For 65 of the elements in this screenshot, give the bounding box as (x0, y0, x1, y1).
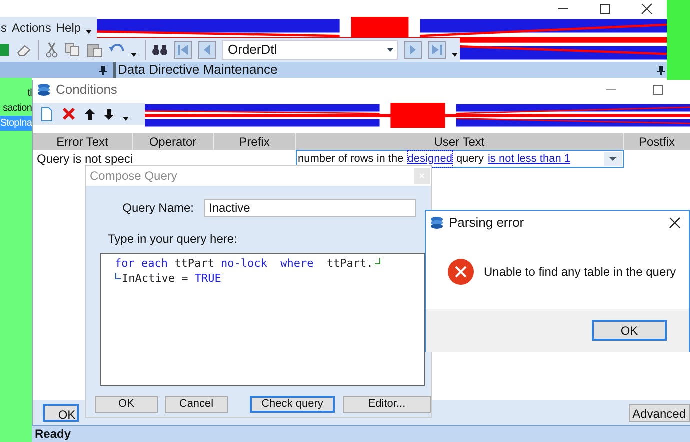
code-keyword: where (280, 256, 315, 271)
caret-icon (387, 48, 394, 52)
caret-icon (604, 152, 622, 166)
app-icon (37, 83, 51, 97)
table-cell-text: Query is not speci (36, 151, 133, 168)
code-keyword: for each (115, 256, 168, 271)
code-text: ttPart. (326, 256, 374, 271)
status-text: Ready (35, 426, 72, 442)
column-header[interactable]: User Text (296, 133, 624, 150)
code-keyword: no-lock (220, 256, 268, 271)
dropdown-icon[interactable] (452, 53, 458, 57)
copy-icon[interactable] (65, 43, 81, 57)
binoculars-icon[interactable] (152, 44, 168, 56)
down-arrow-icon[interactable] (104, 108, 114, 120)
line-wrap-icon (375, 258, 382, 266)
panel-title: Data Directive Maintenance (118, 61, 278, 80)
menu-item[interactable]: s (1, 18, 7, 36)
query-editor[interactable]: for each ttPart no-lock where ttPart. InActive = TRUE (100, 253, 425, 386)
record-dropdown[interactable]: OrderDtl (222, 40, 398, 60)
tree-item[interactable]: tl (28, 86, 32, 101)
dialog-title: Compose Query (90, 168, 178, 185)
dropdown-icon[interactable] (86, 30, 92, 34)
column-header[interactable]: Prefix (214, 133, 296, 150)
code-text: ttPart (174, 256, 216, 271)
window-title: Conditions (56, 81, 118, 100)
code-text: InActive = (122, 271, 190, 286)
maximize-icon[interactable] (599, 2, 611, 14)
menu-item[interactable]: Help (56, 18, 82, 36)
field-label: Type in your query here: (108, 231, 238, 248)
column-header[interactable]: Postfix (624, 133, 690, 150)
error-icon (448, 259, 474, 285)
maximize-icon[interactable] (652, 84, 664, 96)
delete-icon[interactable] (62, 107, 76, 121)
field-label: Query Name: (122, 200, 195, 217)
error-message: Unable to find any table in the query (484, 264, 676, 281)
eraser-icon[interactable] (16, 43, 32, 57)
ok-button[interactable]: OK (43, 404, 79, 422)
link[interactable]: is not less than 1 (488, 150, 571, 168)
code-keyword: TRUE (194, 271, 222, 286)
column-header[interactable]: Operator (133, 133, 214, 150)
app-icon (430, 216, 444, 230)
column-header[interactable]: Error Text (33, 133, 133, 150)
table-cell-text: number of rows in the (298, 152, 404, 167)
ok-button[interactable]: OK (592, 320, 667, 341)
paste-icon[interactable] (87, 42, 103, 58)
advanced-button[interactable]: Advanced (628, 404, 690, 422)
ok-button[interactable]: OK (95, 396, 158, 413)
dialog-title: Parsing error (449, 214, 524, 232)
menu-item[interactable]: Actions (12, 18, 52, 36)
cut-icon[interactable] (45, 42, 59, 58)
up-arrow-icon[interactable] (85, 108, 95, 120)
new-document-icon[interactable] (41, 106, 53, 122)
close-icon[interactable] (669, 217, 681, 229)
cancel-button[interactable]: Cancel (165, 396, 228, 413)
pin-icon[interactable] (657, 65, 665, 75)
editor-button[interactable]: Editor... (343, 396, 431, 413)
pin-icon[interactable] (99, 65, 107, 75)
link[interactable]: designed (408, 150, 452, 168)
close-icon[interactable] (641, 2, 653, 14)
query-name-field[interactable]: Inactive (204, 199, 416, 217)
dropdown-icon[interactable] (131, 53, 137, 57)
line-wrap-icon (115, 273, 121, 281)
dropdown-icon[interactable] (123, 117, 129, 121)
check-query-button[interactable]: Check query (250, 396, 335, 413)
tree-item[interactable]: saction (3, 101, 32, 116)
